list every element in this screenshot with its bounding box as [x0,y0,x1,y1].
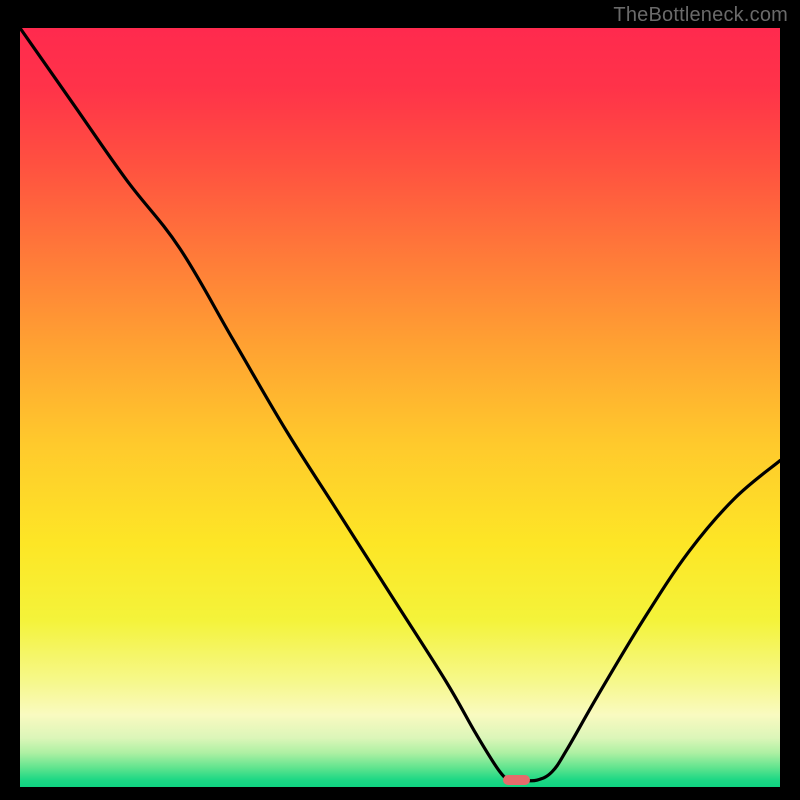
bottleneck-curve [20,28,780,787]
plot-area [20,28,780,787]
watermark-label: TheBottleneck.com [613,4,788,27]
chart-frame: TheBottleneck.com [0,0,800,800]
optimal-point-marker [503,775,530,785]
